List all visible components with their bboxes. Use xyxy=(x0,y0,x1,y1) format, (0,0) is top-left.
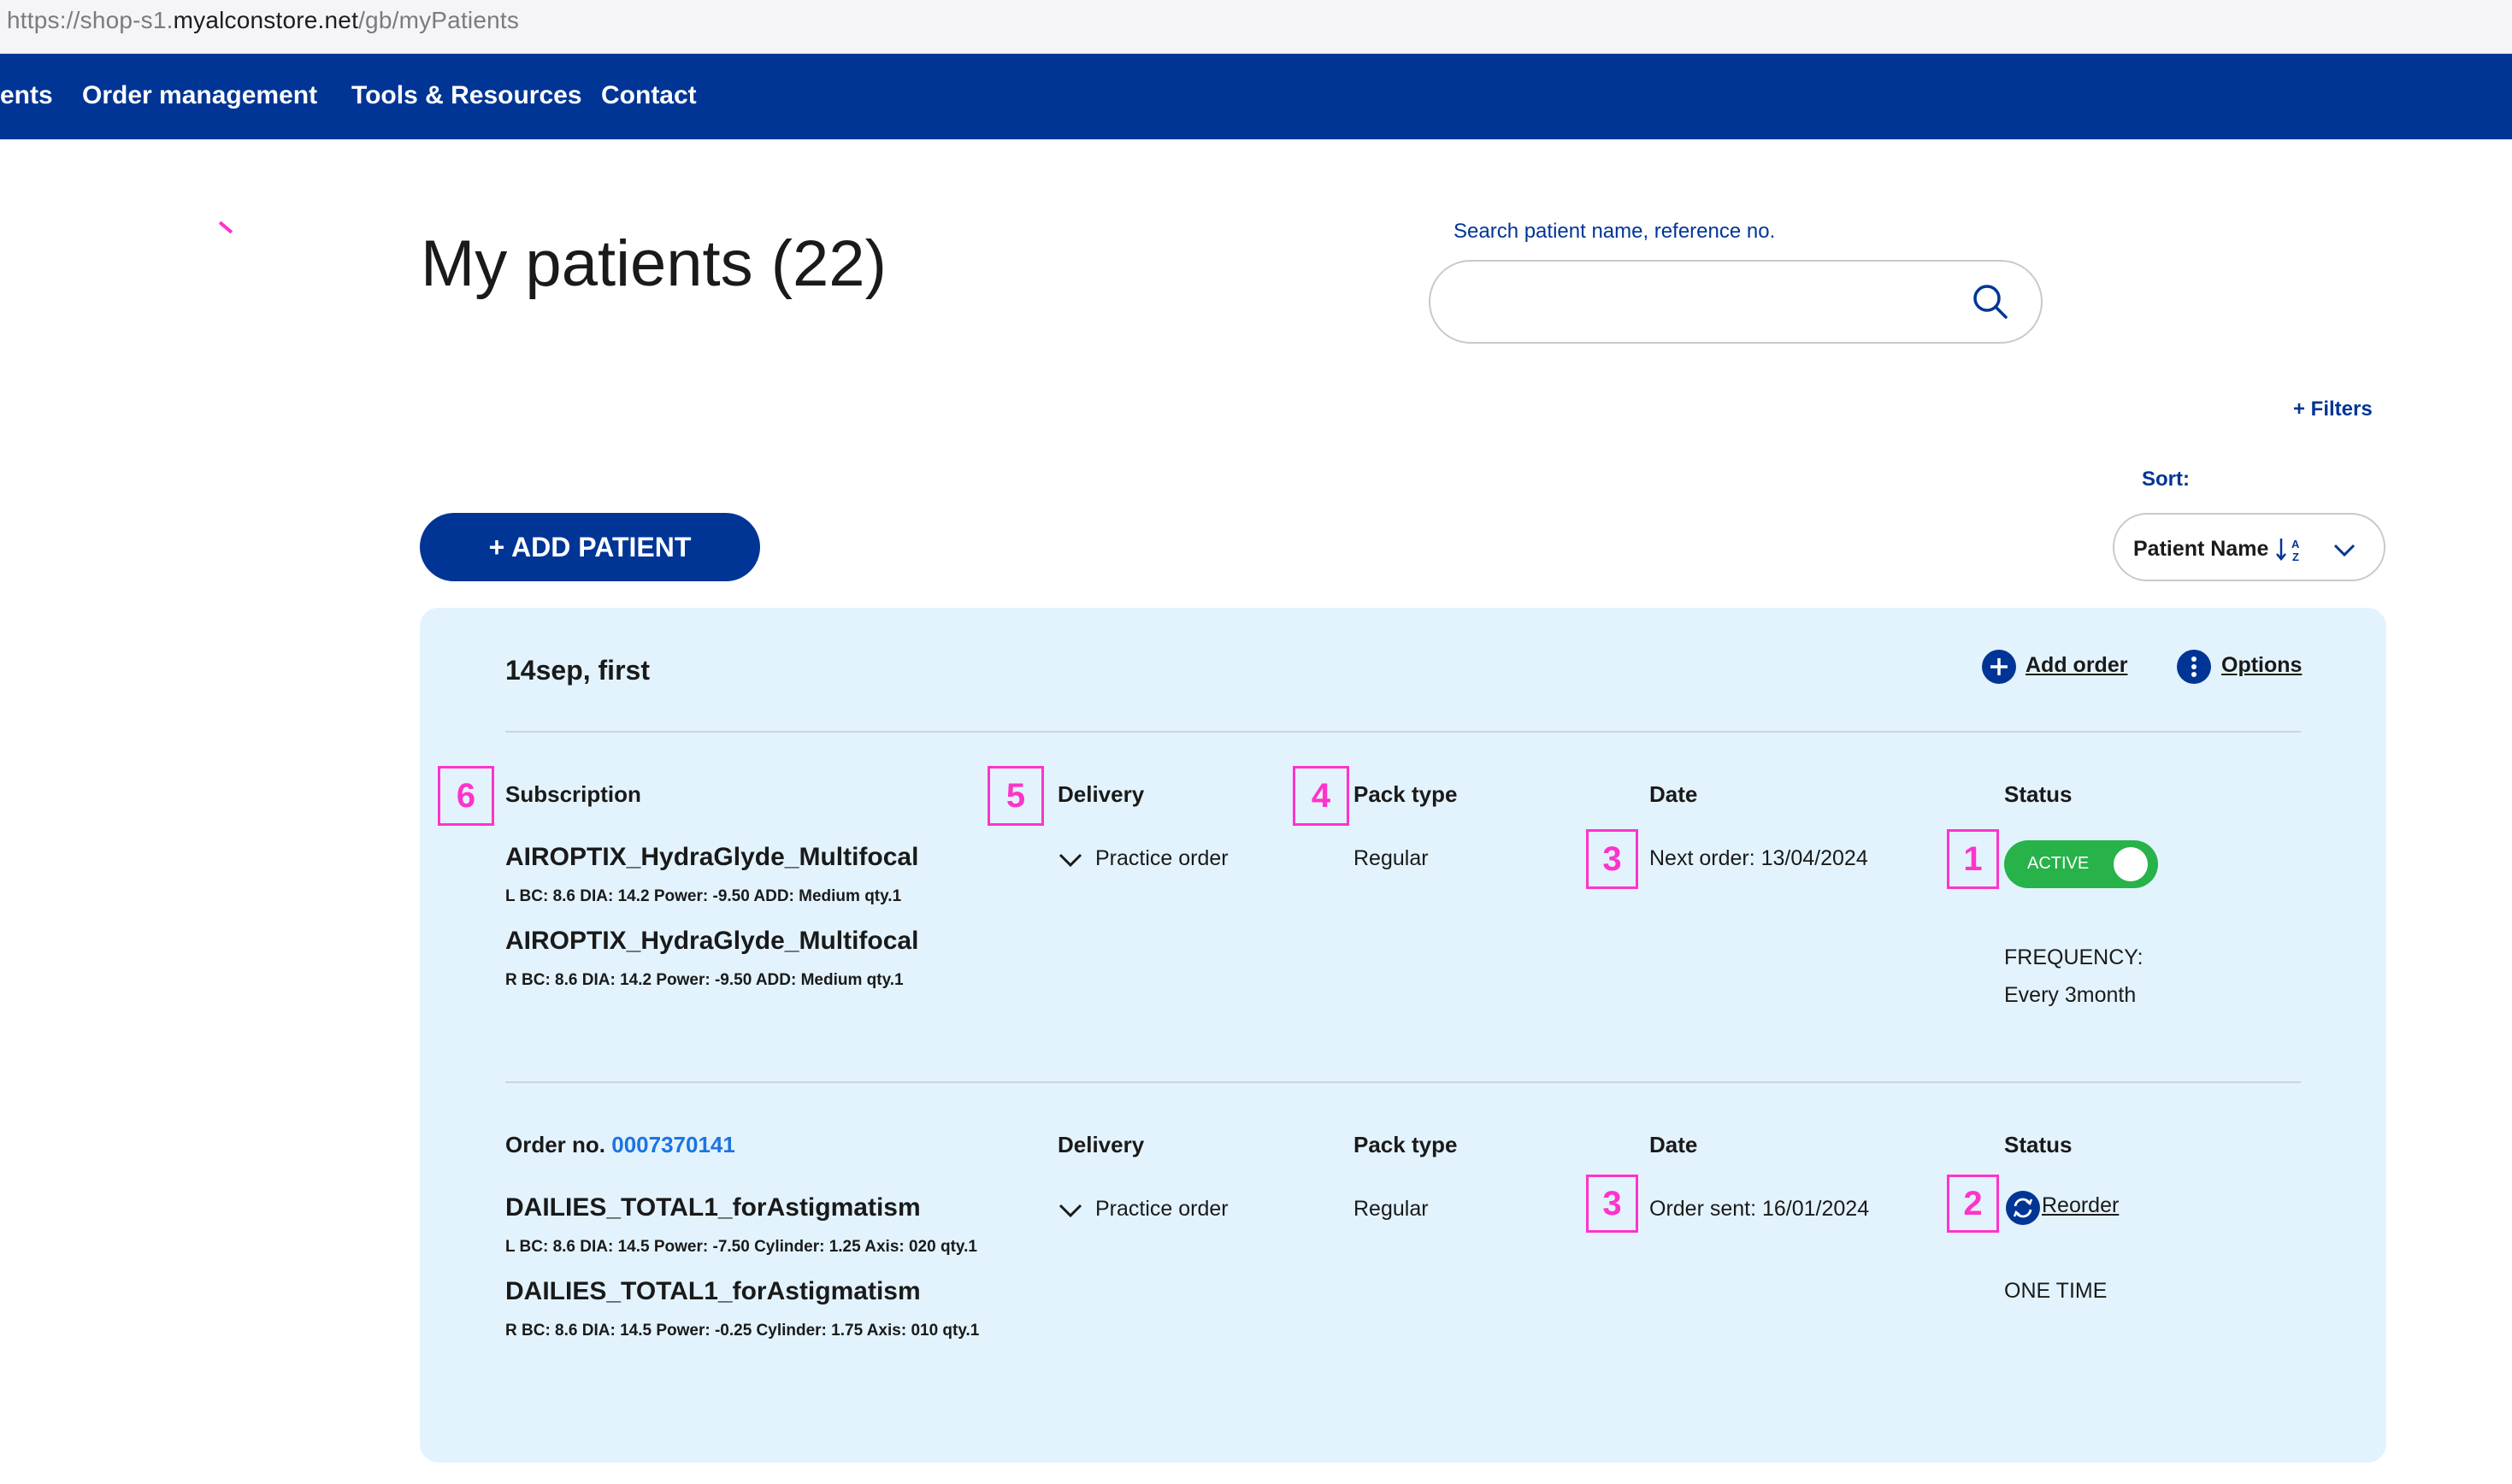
nav-item-contact[interactable]: Contact xyxy=(601,81,697,110)
annotation-badge-5: 5 xyxy=(988,766,1044,826)
status-header: Status xyxy=(2004,781,2073,807)
top-nav: ents Order management Tools & Resources … xyxy=(0,54,2512,139)
delivery-header: Delivery xyxy=(1058,781,1145,807)
browser-url-bar[interactable]: https://shop-s1.myalconstore.net/gb/myPa… xyxy=(0,0,2512,54)
delivery-value: Practice order xyxy=(1095,846,1229,870)
pack-type-value: Regular xyxy=(1353,846,1429,870)
product-name: DAILIES_TOTAL1_forAstigmatism xyxy=(505,1277,921,1305)
reorder-icon[interactable] xyxy=(2006,1191,2040,1225)
svg-text:A: A xyxy=(2291,538,2300,551)
toggle-knob xyxy=(2114,847,2148,881)
frequency-value: Every 3month xyxy=(2004,983,2137,1007)
subscription-header: Subscription xyxy=(505,781,641,807)
search-input[interactable] xyxy=(1456,282,1935,321)
nav-item-patients[interactable]: ents xyxy=(0,81,53,110)
annotation-badge-6: 6 xyxy=(438,766,494,826)
status-toggle[interactable]: ACTIVE xyxy=(2004,840,2158,888)
date-header: Date xyxy=(1649,781,1698,807)
divider xyxy=(505,1081,2301,1083)
sort-value: Patient Name xyxy=(2133,537,2269,561)
options-icon[interactable] xyxy=(2177,650,2211,684)
product-name: AIROPTIX_HydraGlyde_Multifocal xyxy=(505,927,919,955)
product-detail: R BC: 8.6 DIA: 14.2 Power: -9.50 ADD: Me… xyxy=(505,971,904,989)
order-label: Order no. xyxy=(505,1132,606,1157)
order-number-row: Order no. 0007370141 xyxy=(505,1132,735,1158)
status-header: Status xyxy=(2004,1132,2073,1157)
annotation-mark xyxy=(218,221,233,234)
annotation-badge-2: 2 xyxy=(1947,1175,1999,1233)
add-order-link[interactable]: Add order xyxy=(2026,653,2127,678)
pack-type-header: Pack type xyxy=(1353,781,1458,807)
sort-select[interactable]: Patient Name A Z xyxy=(2113,513,2385,581)
product-detail: R BC: 8.6 DIA: 14.5 Power: -0.25 Cylinde… xyxy=(505,1322,980,1340)
add-order-icon[interactable] xyxy=(1982,650,2016,684)
annotation-badge-1: 1 xyxy=(1947,829,1999,889)
date-value: Order sent: 16/01/2024 xyxy=(1649,1197,1870,1221)
sort-az-icon: A Z xyxy=(2276,538,2300,563)
nav-item-tools-resources[interactable]: Tools & Resources xyxy=(351,81,582,110)
search-icon[interactable] xyxy=(1971,282,2010,321)
chevron-down-icon xyxy=(2333,544,2356,557)
product-detail: L BC: 8.6 DIA: 14.2 Power: -9.50 ADD: Me… xyxy=(505,887,902,905)
add-patient-button[interactable]: + ADD PATIENT xyxy=(420,513,760,581)
product-name: DAILIES_TOTAL1_forAstigmatism xyxy=(505,1193,921,1222)
nav-item-order-management[interactable]: Order management xyxy=(82,81,317,110)
search-field[interactable] xyxy=(1429,260,2043,344)
product-detail: L BC: 8.6 DIA: 14.5 Power: -7.50 Cylinde… xyxy=(505,1238,977,1256)
pack-type-header: Pack type xyxy=(1353,1132,1458,1157)
options-link[interactable]: Options xyxy=(2221,653,2302,678)
frequency-label: FREQUENCY: xyxy=(2004,945,2143,969)
sort-label: Sort: xyxy=(2142,468,2190,491)
delivery-value: Practice order xyxy=(1095,1197,1229,1221)
frequency-value: ONE TIME xyxy=(2004,1279,2108,1303)
toggle-label: ACTIVE xyxy=(2027,854,2090,873)
page-title: My patients (22) xyxy=(421,227,887,300)
delivery-header: Delivery xyxy=(1058,1132,1145,1157)
search-label: Search patient name, reference no. xyxy=(1454,220,1776,243)
annotation-badge-3: 3 xyxy=(1586,1175,1638,1233)
annotation-badge-3: 3 xyxy=(1586,829,1638,889)
order-number-link[interactable]: 0007370141 xyxy=(611,1132,735,1157)
date-value: Next order: 13/04/2024 xyxy=(1649,846,1868,870)
patient-name: 14sep, first xyxy=(505,655,650,686)
date-header: Date xyxy=(1649,1132,1698,1157)
filters-link[interactable]: + Filters xyxy=(2293,398,2373,421)
reorder-link[interactable]: Reorder xyxy=(2042,1193,2119,1218)
pack-type-value: Regular xyxy=(1353,1197,1429,1221)
url-text[interactable]: https://shop-s1.myalconstore.net/gb/myPa… xyxy=(7,7,519,34)
divider xyxy=(505,731,2301,733)
chevron-down-icon[interactable] xyxy=(1058,1200,1083,1221)
chevron-down-icon[interactable] xyxy=(1058,850,1083,870)
product-name: AIROPTIX_HydraGlyde_Multifocal xyxy=(505,843,919,871)
svg-text:Z: Z xyxy=(2292,551,2299,563)
annotation-badge-4: 4 xyxy=(1293,766,1349,826)
